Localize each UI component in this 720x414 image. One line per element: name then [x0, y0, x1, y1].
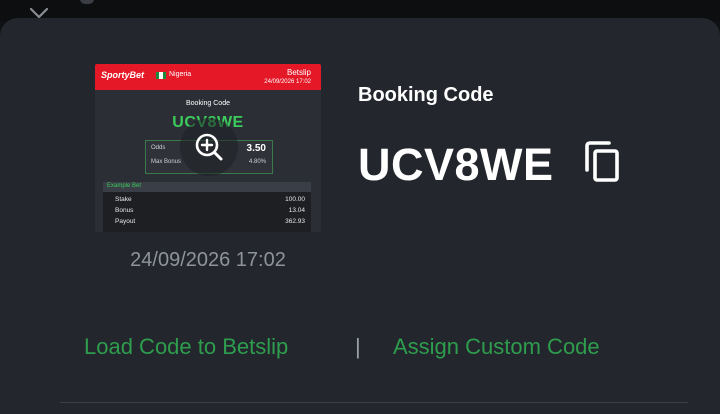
row-label: Stake: [115, 196, 132, 203]
thumbnail-header: SportyBet Nigeria Betslip 24/09/2026 17:…: [95, 64, 321, 90]
zoom-button[interactable]: [180, 118, 238, 176]
row-value: 13.04: [288, 207, 305, 214]
row-label: Bonus: [115, 207, 134, 214]
row-value: 100.00: [285, 196, 305, 203]
nigeria-flag-icon: [156, 72, 166, 79]
action-separator: |: [355, 334, 361, 359]
load-code-to-betslip-button[interactable]: Load Code to Betslip: [84, 334, 288, 360]
example-bet-header: Example Bet: [103, 182, 311, 192]
row-value: 362.93: [285, 218, 305, 225]
table-row: Payout 362.93: [115, 218, 305, 225]
thumb-booking-code-label: Booking Code: [186, 100, 230, 107]
booking-code-value: UCV8WE: [358, 139, 554, 190]
zoom-in-icon: [195, 133, 223, 161]
row-label: Payout: [115, 218, 136, 225]
table-row: Stake 100.00: [115, 196, 305, 203]
booking-code-heading: Booking Code: [358, 84, 494, 106]
odds-label: Odds: [151, 145, 166, 151]
slip-date: 24/09/2026 17:02: [264, 79, 311, 85]
country-label: Nigeria: [169, 71, 192, 78]
max-bonus-value: 4.80%: [248, 159, 266, 165]
divider: [60, 402, 688, 403]
assign-custom-code-button[interactable]: Assign Custom Code: [393, 334, 600, 360]
brand-logo: SportyBet: [101, 70, 145, 80]
copy-icon[interactable]: [581, 140, 623, 184]
example-bet-title: Example Bet: [107, 183, 142, 189]
table-row: Bonus 13.04: [115, 207, 305, 214]
max-bonus-label: Max Bonus: [151, 159, 182, 165]
slip-title: Betslip: [286, 68, 311, 77]
slip-timestamp: 24/09/2026 17:02: [130, 249, 286, 271]
odds-value: 3.50: [246, 143, 266, 154]
example-bet-body: Stake 100.00 Bonus 13.04 Payout 362.93: [103, 192, 311, 232]
